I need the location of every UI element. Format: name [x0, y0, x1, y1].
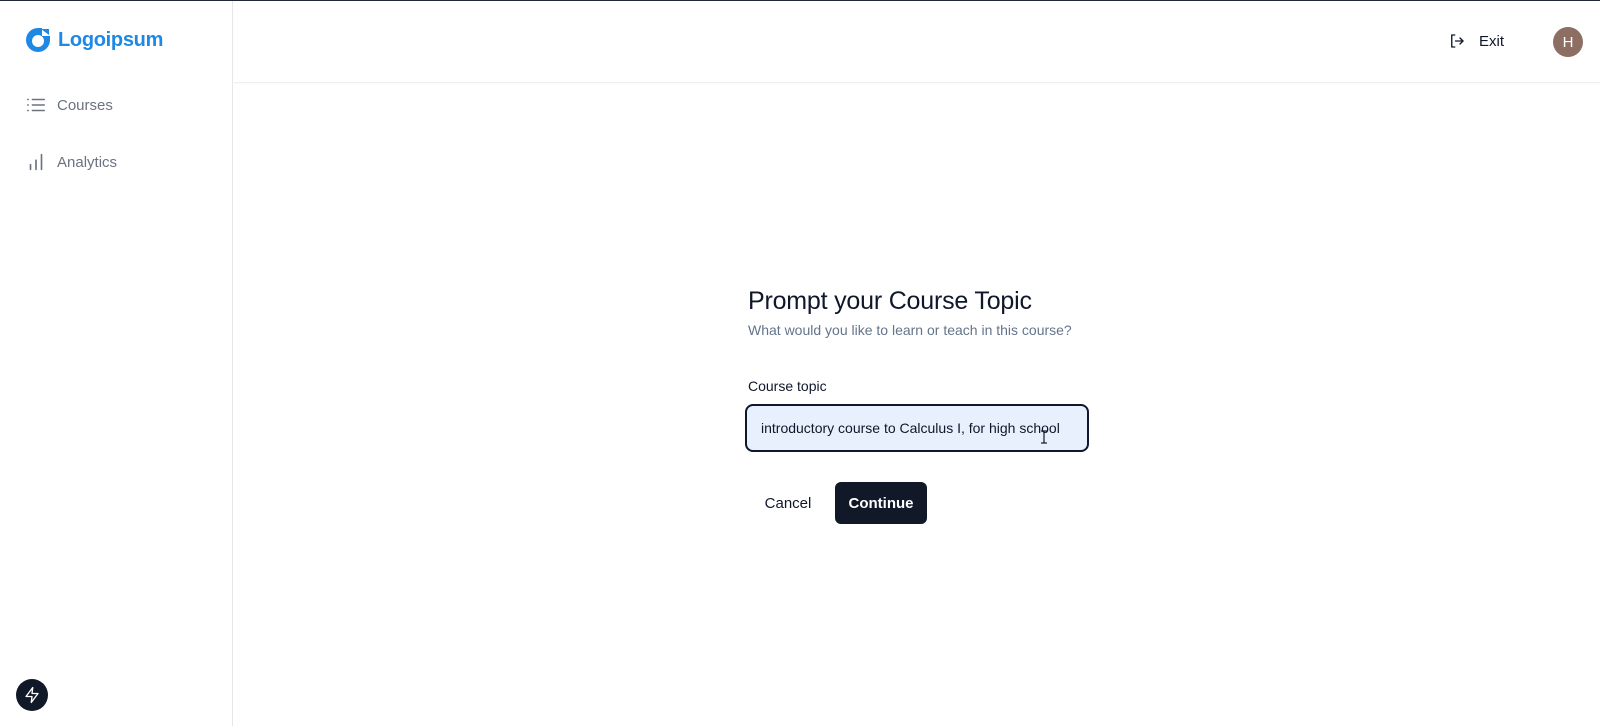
- page-subtitle: What would you like to learn or teach in…: [748, 322, 1072, 338]
- cancel-button[interactable]: Cancel: [748, 482, 828, 524]
- course-topic-input[interactable]: [747, 406, 1087, 450]
- logo-icon: [26, 28, 50, 52]
- avatar[interactable]: H: [1553, 27, 1583, 57]
- exit-button[interactable]: Exit: [1448, 32, 1504, 50]
- bolt-button[interactable]: [16, 679, 48, 711]
- logo[interactable]: Logoipsum: [24, 26, 163, 54]
- sidebar: Logoipsum Courses Analytics: [0, 1, 233, 726]
- list-icon: [27, 98, 45, 112]
- course-topic-field-wrapper: [745, 404, 1089, 452]
- sidebar-item-analytics[interactable]: Analytics: [25, 151, 117, 173]
- course-topic-form: Prompt your Course Topic What would you …: [745, 287, 1108, 524]
- bolt-icon: [25, 686, 39, 704]
- logo-text: Logoipsum: [58, 28, 164, 51]
- course-topic-label: Course topic: [748, 378, 827, 394]
- sidebar-item-label: Analytics: [57, 153, 118, 171]
- bar-chart-icon: [29, 153, 43, 171]
- sidebar-item-courses[interactable]: Courses: [25, 94, 113, 116]
- continue-button[interactable]: Continue: [835, 482, 927, 524]
- top-bar: Exit H: [234, 1, 1600, 83]
- sidebar-item-label: Courses: [57, 96, 113, 114]
- exit-label: Exit: [1478, 32, 1504, 50]
- page-title: Prompt your Course Topic: [748, 287, 1032, 315]
- text-cursor-icon: [1041, 430, 1047, 444]
- log-out-icon: [1451, 34, 1464, 48]
